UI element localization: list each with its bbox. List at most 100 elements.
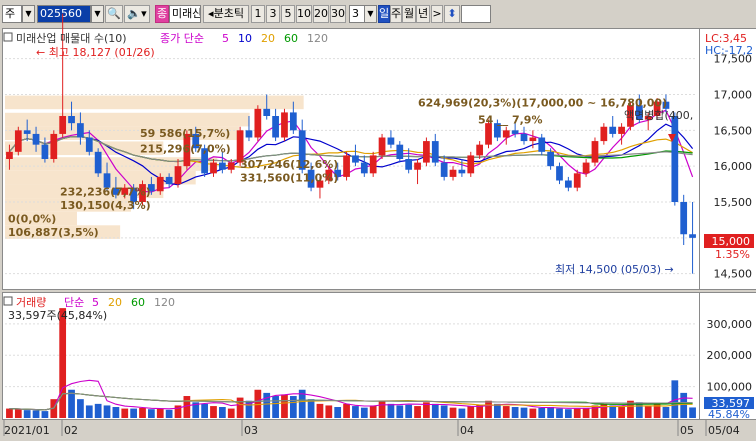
candle-body bbox=[94, 151, 102, 174]
candle-body bbox=[360, 162, 368, 174]
volume-bar bbox=[405, 404, 413, 418]
candle-body bbox=[449, 169, 457, 177]
candle-body bbox=[529, 137, 537, 142]
volume-bar bbox=[289, 396, 297, 418]
candle-body bbox=[467, 155, 475, 174]
candle-body bbox=[556, 166, 563, 181]
volume-bar bbox=[77, 399, 84, 418]
volume-bar bbox=[41, 411, 49, 418]
price-axis-label: 17,000 bbox=[714, 89, 753, 102]
candle-body bbox=[609, 126, 617, 134]
volume-bar bbox=[272, 396, 279, 418]
volume-bar bbox=[32, 410, 40, 418]
band-label: 232,236(7,7%) bbox=[60, 185, 151, 198]
band-label: 106,887(3,5%) bbox=[8, 226, 99, 239]
candle-body bbox=[68, 116, 75, 124]
volume-axis-label: 200,000 bbox=[707, 349, 753, 362]
candle-body bbox=[414, 162, 421, 170]
volume-bar bbox=[556, 408, 563, 418]
band-label: 331,560(11,0%) bbox=[240, 172, 338, 185]
volume-last-note: 33,597주(45,84%) bbox=[8, 309, 107, 322]
volume-bar bbox=[547, 407, 554, 418]
volume-bar bbox=[59, 308, 67, 418]
candle-body bbox=[387, 137, 395, 145]
volume-bar bbox=[449, 407, 457, 418]
volume-bar bbox=[369, 405, 377, 418]
candle-body bbox=[254, 108, 262, 138]
candle-body bbox=[378, 137, 386, 156]
x-axis-label: 05 bbox=[680, 424, 694, 437]
event-note: 액면병합(400, bbox=[624, 109, 693, 122]
candle-body bbox=[210, 162, 217, 174]
candle-body bbox=[458, 169, 466, 174]
candle-body bbox=[227, 162, 235, 170]
price-ma-period: 120 bbox=[307, 32, 328, 45]
volume-bar bbox=[325, 405, 333, 418]
volume-bar bbox=[148, 409, 155, 418]
volume-bar bbox=[511, 407, 519, 418]
candle-body bbox=[689, 234, 696, 238]
volume-ma-period: 60 bbox=[131, 296, 145, 309]
price-ma-period: 5 bbox=[222, 32, 229, 45]
volume-bar bbox=[564, 409, 572, 418]
volume-bar bbox=[14, 409, 22, 418]
candle-body bbox=[573, 173, 581, 188]
volume-axis-label: 100,000 bbox=[707, 381, 753, 394]
x-axis-label: 04 bbox=[460, 424, 474, 437]
price-ma-period: 20 bbox=[261, 32, 275, 45]
candle-body bbox=[85, 137, 93, 152]
volume-bar bbox=[281, 394, 288, 418]
x-axis-label: 03 bbox=[244, 424, 258, 437]
volume-ma-label: 단순 bbox=[64, 296, 84, 309]
volume-ma-line bbox=[9, 392, 693, 411]
band-label: 0(0,0%) bbox=[8, 212, 56, 225]
candle-body bbox=[281, 112, 288, 138]
candle-body bbox=[343, 155, 350, 177]
x-axis-label: 2021/01 bbox=[4, 424, 50, 437]
candle-body bbox=[289, 112, 297, 131]
price-ma-period: 60 bbox=[284, 32, 298, 45]
volume-bar bbox=[582, 407, 590, 418]
volume-bar bbox=[618, 406, 625, 418]
candle-body bbox=[6, 151, 13, 159]
volume-bar bbox=[467, 406, 475, 418]
candle-body bbox=[245, 130, 253, 138]
volume-bar bbox=[520, 407, 528, 418]
volume-panel-checkbox bbox=[3, 296, 13, 306]
volume-bar bbox=[85, 405, 93, 418]
candle-body bbox=[59, 116, 67, 134]
volume-bar bbox=[201, 403, 208, 418]
price-axis-label: 16,500 bbox=[714, 124, 753, 137]
volume-bar bbox=[431, 403, 439, 418]
volume-bar bbox=[494, 403, 501, 418]
candle-body bbox=[538, 137, 546, 152]
candle-body bbox=[440, 162, 448, 177]
volume-bar bbox=[94, 403, 102, 418]
volume-bar bbox=[139, 407, 146, 418]
volume-bar bbox=[689, 407, 696, 418]
price-panel-title: 미래산업 매물대 수(10) bbox=[16, 32, 127, 45]
candle-body bbox=[405, 159, 413, 170]
volume-bar bbox=[254, 389, 262, 418]
volume-bar bbox=[662, 407, 670, 418]
last-price-label: 15,000 bbox=[712, 235, 751, 248]
candle-body bbox=[511, 130, 519, 134]
volume-bar bbox=[210, 406, 217, 418]
volume-bar bbox=[218, 407, 226, 418]
candle-body bbox=[263, 108, 271, 116]
price-axis-label: 15,500 bbox=[714, 196, 753, 209]
volume-bar bbox=[440, 405, 448, 418]
volume-bar bbox=[183, 396, 191, 418]
volume-bar bbox=[334, 407, 342, 418]
volume-panel-title: 거래량 bbox=[16, 296, 46, 309]
price-axis-label: 16,000 bbox=[714, 160, 753, 173]
band-label: 215,296(7,0%) bbox=[140, 142, 231, 155]
candle-body bbox=[423, 141, 430, 163]
volume-bar bbox=[165, 409, 173, 418]
volume-bar bbox=[263, 392, 271, 418]
price-axis-label: 14,500 bbox=[714, 268, 753, 281]
band-label: 59 586(15,7%) bbox=[140, 127, 230, 140]
volume-bar bbox=[502, 406, 510, 418]
candle-body bbox=[23, 130, 31, 134]
volume-bar bbox=[396, 405, 404, 418]
